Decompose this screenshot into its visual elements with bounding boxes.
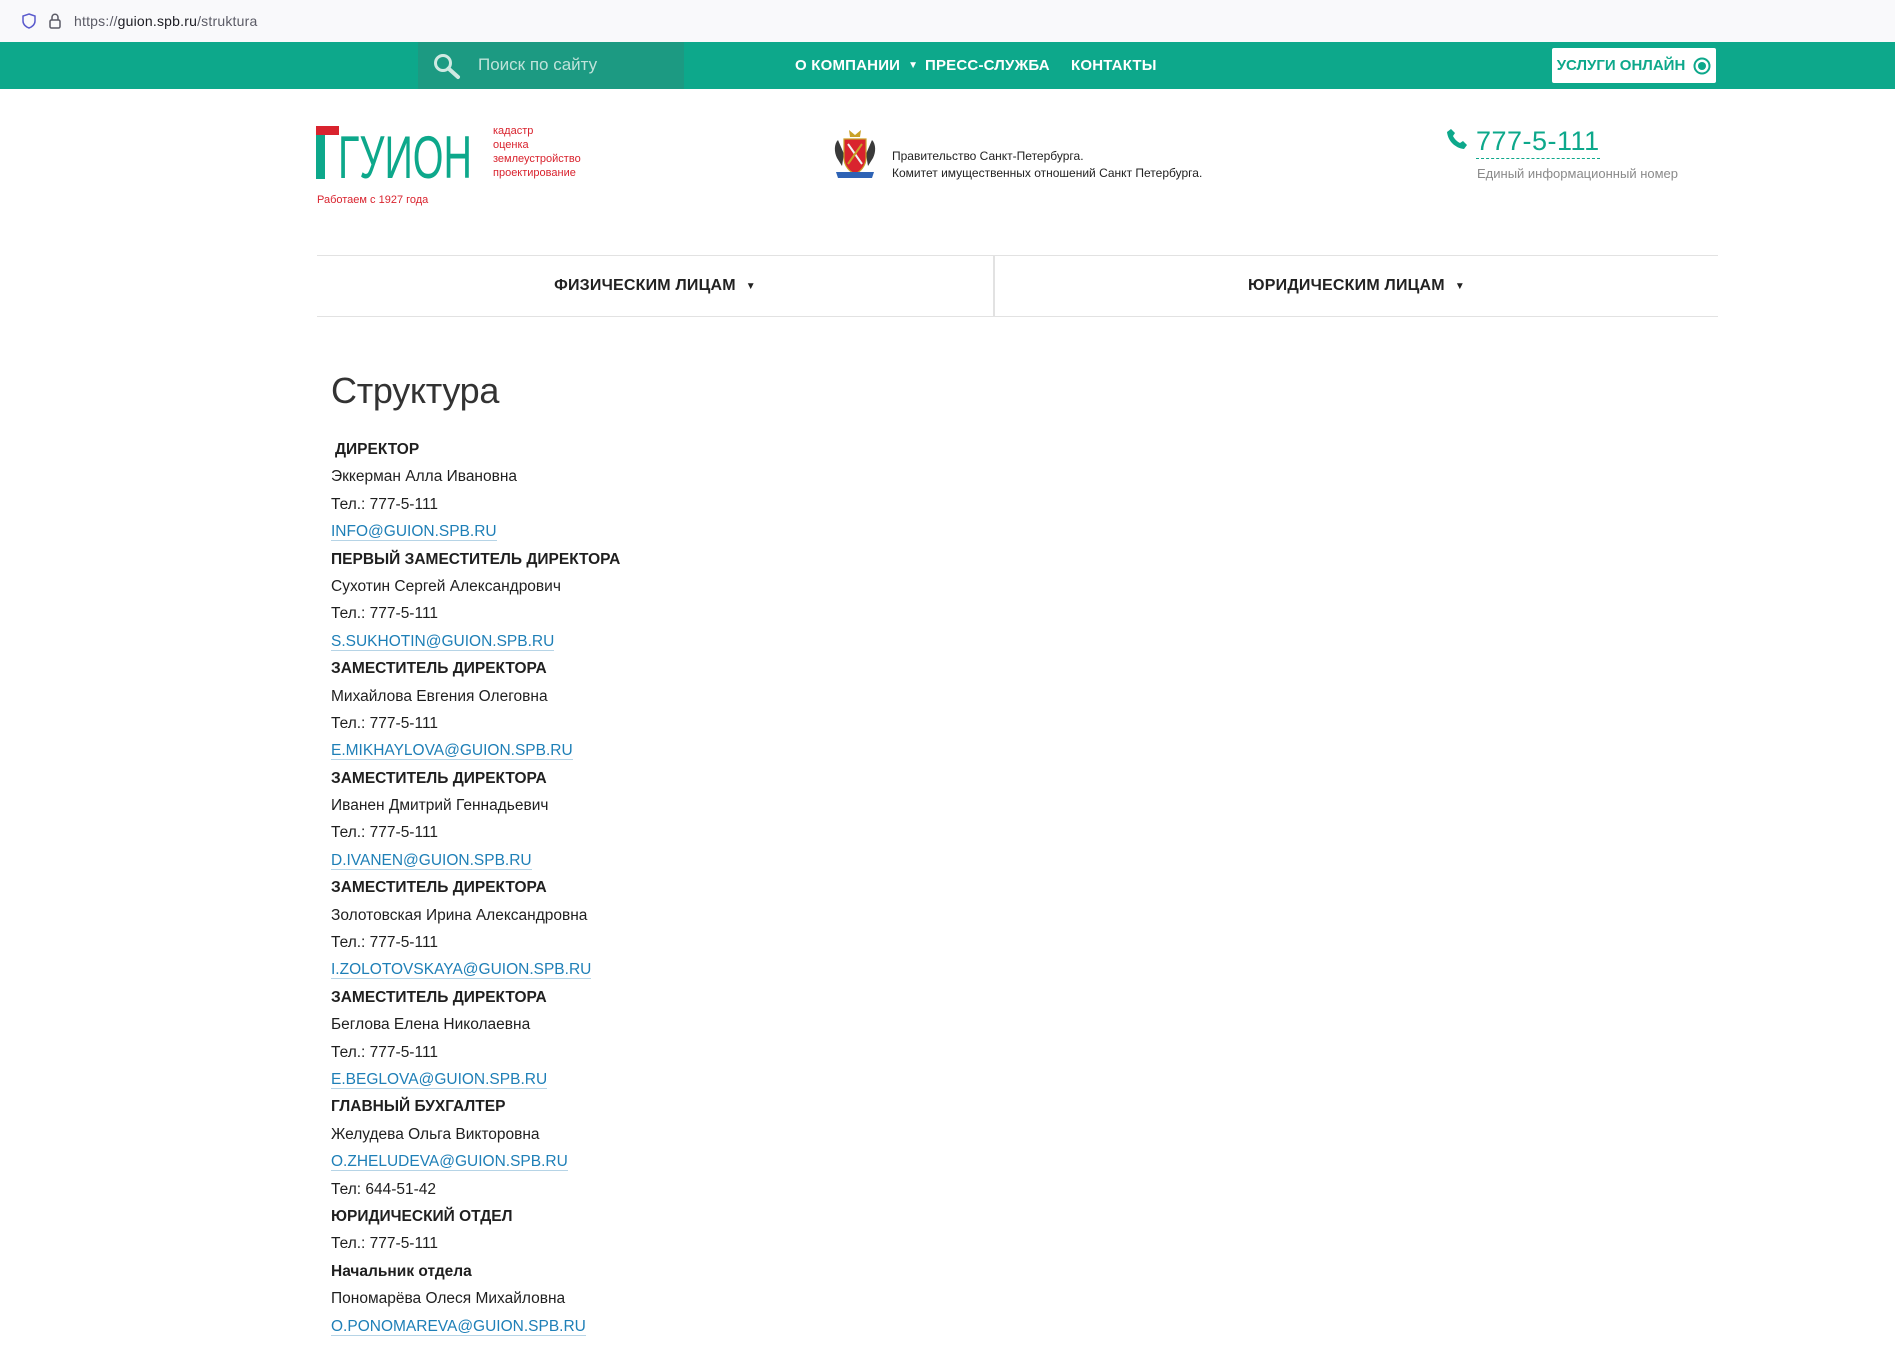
email-line: O.ZHELUDEVA@GUION.SPB.RU [331, 1148, 1231, 1175]
nav-individuals-label: ФИЗИЧЕСКИМ ЛИЦАМ [554, 277, 736, 294]
coat-of-arms-icon[interactable] [832, 128, 878, 180]
nav-contacts[interactable]: КОНТАКТЫ [1071, 42, 1157, 89]
phone-line: Тел.: 777-5-111 [331, 1235, 439, 1253]
since-text: Работаем с 1927 года [317, 194, 429, 206]
logo-mark: ГУИОН [316, 124, 472, 191]
person-name: Пономарёва Олеся Михайловна [331, 1290, 566, 1308]
nav-legal-entities[interactable]: ЮРИДИЧЕСКИМ ЛИЦАМ ▼ [995, 256, 1718, 316]
logo-tag-land: землеустройство [493, 153, 581, 165]
person-name: Эккерман Алла Ивановна [331, 468, 518, 486]
position-heading: ПЕРВЫЙ ЗАМЕСТИТЕЛЬ ДИРЕКТОРА [331, 550, 621, 568]
email-line: O.PONOMAREVA@GUION.SPB.RU [331, 1313, 1231, 1340]
online-services-button[interactable]: УСЛУГИ ОНЛАЙН [1552, 48, 1716, 83]
phone-line: Тел.: 777-5-111 [331, 1043, 439, 1061]
email-line: INFO@GUION.SPB.RU [331, 518, 1231, 545]
government-line-1: Правительство Санкт-Петербурга. [892, 149, 1084, 163]
search-icon[interactable] [432, 52, 462, 80]
phone-icon [1447, 129, 1467, 149]
top-bar: О КОМПАНИИ ▼ ПРЕСС-СЛУЖБА КОНТАКТЫ УСЛУГ… [0, 42, 1895, 89]
chevron-down-icon: ▼ [745, 280, 756, 292]
position-heading: ДИРЕКТОР [335, 441, 420, 458]
email-link[interactable]: O.PONOMAREVA@GUION.SPB.RU [331, 1317, 586, 1336]
nav-press-service-label: ПРЕСС-СЛУЖБА [925, 57, 1050, 74]
phone-line: Тел.: 777-5-111 [331, 605, 439, 623]
person-name: Беглова Елена Николаевна [331, 1016, 531, 1034]
nav-about-company-label: О КОМПАНИИ [795, 57, 901, 74]
chevron-down-icon: ▼ [908, 60, 919, 71]
position-heading: ЗАМЕСТИТЕЛЬ ДИРЕКТОРА [331, 769, 547, 787]
guion-logo[interactable]: ГУИОН [316, 124, 476, 191]
position-heading: ГЛАВНЫЙ БУХГАЛТЕР [331, 1098, 506, 1116]
email-line: S.SUKHOTIN@GUION.SPB.RU [331, 628, 1231, 655]
position-subheading: Начальник отдела [331, 1262, 472, 1280]
email-line: D.IVANEN@GUION.SPB.RU [331, 847, 1231, 874]
phone-line: Тел.: 777-5-111 [331, 824, 439, 842]
logo-tag-design: проектирование [493, 167, 576, 179]
email-line: I.ZOLOTOVSKAYA@GUION.SPB.RU [331, 956, 1231, 983]
person-name: Иванен Дмитрий Геннадьевич [331, 797, 549, 815]
position-heading: ЗАМЕСТИТЕЛЬ ДИРЕКТОРА [331, 879, 547, 897]
logo-tagline: кадастр оценка землеустройство проектиро… [493, 124, 581, 180]
lock-icon[interactable] [49, 13, 61, 29]
nav-press-service[interactable]: ПРЕСС-СЛУЖБА [925, 42, 1050, 89]
position-heading: ЮРИДИЧЕСКИЙ ОТДЕЛ [331, 1207, 513, 1225]
email-link[interactable]: S.SUKHOTIN@GUION.SPB.RU [331, 632, 555, 651]
phone-number-link[interactable]: 777-5-111 [1476, 126, 1600, 159]
person-name: Желудева Ольга Викторовна [331, 1125, 540, 1143]
logo-text: ГУИОН [338, 126, 472, 180]
phone-caption: Единый информационный номер [1477, 166, 1678, 181]
phone-line: Тел.: 777-5-111 [331, 495, 439, 513]
email-link[interactable]: O.ZHELUDEVA@GUION.SPB.RU [331, 1153, 568, 1172]
person-name: Михайлова Евгения Олеговна [331, 687, 548, 705]
position-heading: ЗАМЕСТИТЕЛЬ ДИРЕКТОРА [331, 660, 547, 678]
browser-url-bar[interactable]: https://guion.spb.ru/struktura [0, 0, 1895, 43]
position-heading: ЗАМЕСТИТЕЛЬ ДИРЕКТОРА [331, 988, 547, 1006]
nav-legal-entities-label: ЮРИДИЧЕСКИМ ЛИЦАМ [1248, 277, 1445, 294]
email-line: E.MIKHAYLOVA@GUION.SPB.RU [331, 737, 1231, 764]
person-name: Золотовская Ирина Александровна [331, 906, 588, 924]
url-text[interactable]: https://guion.spb.ru/struktura [74, 13, 257, 29]
structure-list: ДИРЕКТОР Эккерман Алла Ивановна Тел.: 777-… [331, 436, 1231, 1340]
nav-contacts-label: КОНТАКТЫ [1071, 57, 1157, 74]
shield-icon[interactable] [22, 13, 36, 29]
url-prefix: https:// [74, 13, 118, 29]
chevron-down-icon: ▼ [1454, 280, 1465, 292]
page-title: Структура [331, 370, 500, 411]
search-input[interactable] [478, 50, 678, 80]
online-ring-icon [1693, 57, 1711, 74]
email-link[interactable]: INFO@GUION.SPB.RU [331, 523, 497, 542]
phone-line: Тел.: 777-5-111 [331, 934, 439, 952]
phone-line: Тел.: 777-5-111 [331, 714, 439, 732]
logo-tag-cadastre: кадастр [493, 125, 534, 137]
government-line-2: Комитет имущественных отношений Санкт Пе… [892, 166, 1203, 180]
person-name: Сухотин Сергей Александрович [331, 577, 561, 595]
url-path: /struktura [197, 13, 258, 29]
site-search [418, 42, 684, 89]
email-link[interactable]: D.IVANEN@GUION.SPB.RU [331, 851, 532, 870]
logo-tag-valuation: оценка [493, 139, 529, 151]
nav-about-company[interactable]: О КОМПАНИИ ▼ [795, 42, 918, 89]
url-host: guion.spb.ru [117, 13, 198, 29]
nav-individuals[interactable]: ФИЗИЧЕСКИМ ЛИЦАМ ▼ [317, 256, 995, 316]
online-services-label: УСЛУГИ ОНЛАЙН [1556, 57, 1686, 74]
phone-line: Тел: 644-51-42 [331, 1180, 437, 1198]
government-info: Правительство Санкт-Петербурга. Комитет … [892, 148, 1202, 182]
email-link[interactable]: I.ZOLOTOVSKAYA@GUION.SPB.RU [331, 961, 592, 980]
email-line: E.BEGLOVA@GUION.SPB.RU [331, 1066, 1231, 1093]
email-link[interactable]: E.MIKHAYLOVA@GUION.SPB.RU [331, 742, 573, 761]
email-link[interactable]: E.BEGLOVA@GUION.SPB.RU [331, 1070, 548, 1089]
audience-nav: ФИЗИЧЕСКИМ ЛИЦАМ ▼ ЮРИДИЧЕСКИМ ЛИЦАМ ▼ [317, 255, 1718, 317]
